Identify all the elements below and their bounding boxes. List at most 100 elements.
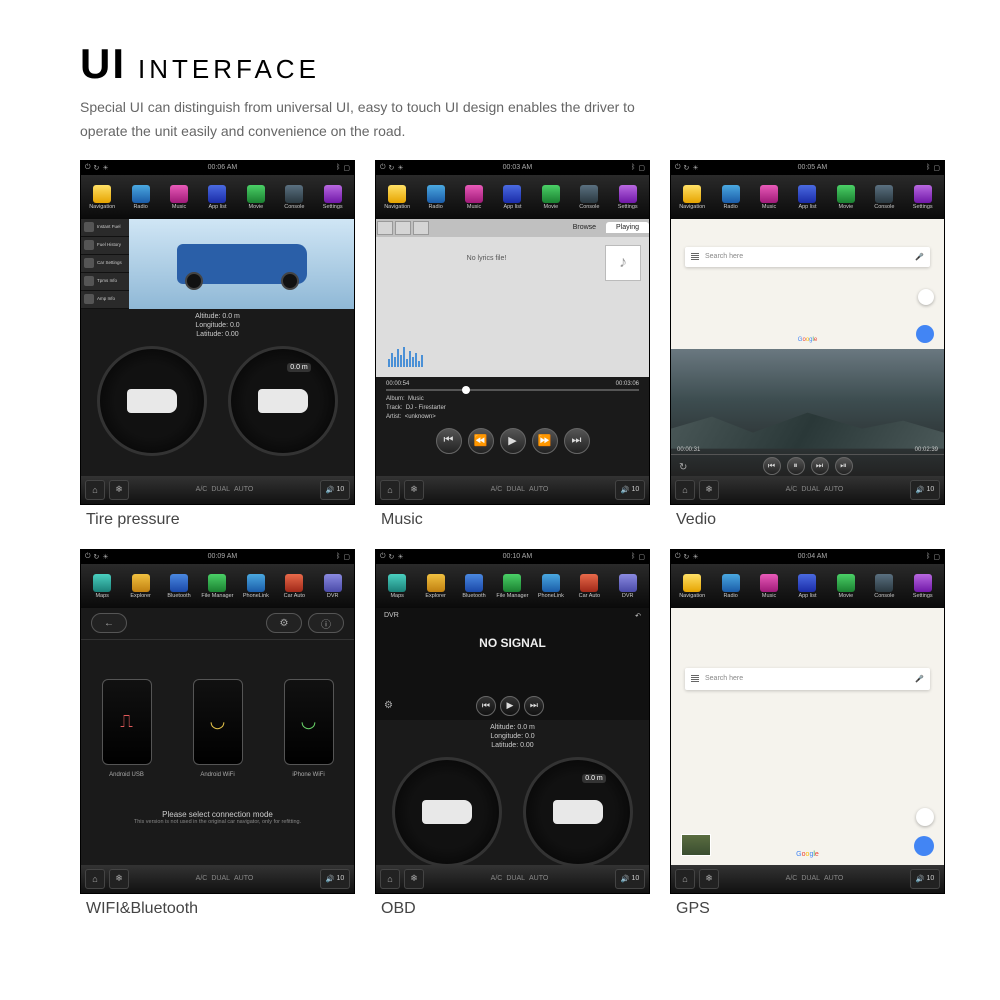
tab-playing[interactable]: Playing [606,222,649,233]
microphone-icon[interactable]: 🎤 [915,253,924,261]
nav-settings[interactable]: Settings [314,185,352,210]
search-input[interactable]: Search here🎤 [685,668,930,690]
locate-button[interactable] [916,808,934,826]
nav-music[interactable]: Music [160,185,198,210]
nav-car-auto[interactable]: Car Auto [275,574,313,599]
microphone-icon[interactable]: 🎤 [915,675,924,683]
return-icon[interactable]: ↶ [635,612,641,620]
nav-navigation[interactable]: Navigation [673,574,711,599]
nav-movie[interactable]: Movie [827,574,865,599]
tab-browse[interactable]: Browse [563,222,606,233]
volume-control[interactable]: 🔊10 [320,480,350,500]
power-icon[interactable]: ⏻ [380,164,386,172]
view-list-button[interactable] [377,221,393,235]
nav-console[interactable]: Console [570,185,608,210]
brightness-icon[interactable]: ☀ [102,164,108,172]
nav-settings[interactable]: Settings [904,574,942,599]
tp-side-amp[interactable]: Amp Info [81,291,129,309]
volume-control[interactable]: 🔊10 [910,869,940,889]
play-button[interactable]: ▶ [500,428,526,454]
home-button[interactable]: ⌂ [380,869,400,889]
nav-dvr[interactable]: DVR [314,574,352,599]
nav-console[interactable]: Console [865,185,903,210]
nav-explorer[interactable]: Explorer [122,574,160,599]
nav-radio[interactable]: Radio [712,574,750,599]
prev-button[interactable]: ⏮ [763,457,781,475]
settings-button[interactable]: ⚙ [266,613,302,633]
nav-file-manager[interactable]: File Manager [493,574,531,599]
nav-radio[interactable]: Radio [417,185,455,210]
next-button[interactable]: ⏭ [811,457,829,475]
defrost-button[interactable]: ❄ [404,480,424,500]
directions-button[interactable] [916,325,934,343]
tp-side-instant-fuel[interactable]: Instant Fuel [81,219,129,237]
defrost-button[interactable]: ❄ [699,869,719,889]
nav-maps[interactable]: Maps [378,574,416,599]
nav-phonelink[interactable]: PhoneLink [532,574,570,599]
home-button[interactable]: ⌂ [675,869,695,889]
nav-radio[interactable]: Radio [122,185,160,210]
nav-applist[interactable]: App list [788,185,826,210]
volume-control[interactable]: 🔊10 [320,869,350,889]
nav-console[interactable]: Console [865,574,903,599]
gps-map[interactable]: Search here🎤 Google [671,608,944,866]
device-android-usb[interactable]: ⎍Android USB [102,679,152,765]
info-button[interactable]: ⓘ [308,613,344,633]
home-button[interactable]: ⌂ [675,480,695,500]
nav-navigation[interactable]: Navigation [378,185,416,210]
seek-bar[interactable] [386,389,639,391]
nav-movie[interactable]: Movie [532,185,570,210]
search-input[interactable]: Search here🎤 [685,247,930,267]
tp-side-car-settings[interactable]: Car Settings [81,255,129,273]
dvr-next-button[interactable]: ⏭ [524,696,544,716]
forward-button[interactable]: ⏩ [532,428,558,454]
defrost-button[interactable]: ❄ [404,869,424,889]
playlist-button[interactable]: ⏯ [835,457,853,475]
map-panel[interactable]: Search here🎤 Google [671,219,944,349]
nav-settings[interactable]: Settings [904,185,942,210]
nav-movie[interactable]: Movie [827,185,865,210]
nav-phonelink[interactable]: PhoneLink [237,574,275,599]
defrost-button[interactable]: ❄ [109,869,129,889]
volume-control[interactable]: 🔊10 [910,480,940,500]
refresh-icon[interactable]: ↻ [94,164,100,172]
tp-side-fuel-history[interactable]: Fuel History [81,237,129,255]
home-button[interactable]: ⌂ [380,480,400,500]
dvr-settings-button[interactable]: ⚙ [384,700,393,711]
dvr-play-button[interactable]: ▶ [500,696,520,716]
locate-button[interactable] [918,289,934,305]
defrost-button[interactable]: ❄ [699,480,719,500]
nav-movie[interactable]: Movie [237,185,275,210]
menu-icon[interactable] [691,253,699,261]
nav-settings[interactable]: Settings [609,185,647,210]
tp-side-tpms[interactable]: Tpms Info [81,273,129,291]
volume-control[interactable]: 🔊10 [615,480,645,500]
volume-control[interactable]: 🔊10 [615,869,645,889]
nav-dvr[interactable]: DVR [609,574,647,599]
rewind-button[interactable]: ⏪ [468,428,494,454]
nav-bluetooth[interactable]: Bluetooth [455,574,493,599]
device-iphone-wifi[interactable]: ◡iPhone WiFi [284,679,334,765]
device-android-wifi[interactable]: ◡Android WiFi [193,679,243,765]
nav-car-auto[interactable]: Car Auto [570,574,608,599]
next-track-button[interactable]: ⏭ [564,428,590,454]
nav-navigation[interactable]: Navigation [673,185,711,210]
prev-track-button[interactable]: ⏮ [436,428,462,454]
nav-navigation[interactable]: Navigation [83,185,121,210]
window-icon[interactable]: ▢ [343,164,350,172]
video-player[interactable]: 00:00:3100:02:39 ↻ ⏮ ⏸ ⏭ ⏯ [671,349,944,477]
nav-music[interactable]: Music [750,574,788,599]
menu-icon[interactable] [691,675,699,683]
defrost-button[interactable]: ❄ [109,480,129,500]
back-button[interactable]: ← [91,613,127,633]
nav-bluetooth[interactable]: Bluetooth [160,574,198,599]
nav-explorer[interactable]: Explorer [417,574,455,599]
nav-applist[interactable]: App list [198,185,236,210]
nav-console[interactable]: Console [275,185,313,210]
nav-applist[interactable]: App list [788,574,826,599]
power-icon[interactable]: ⏻ [85,164,91,172]
nav-radio[interactable]: Radio [712,185,750,210]
view-grid-button[interactable] [395,221,411,235]
map-thumbnail[interactable] [681,834,711,856]
home-button[interactable]: ⌂ [85,869,105,889]
